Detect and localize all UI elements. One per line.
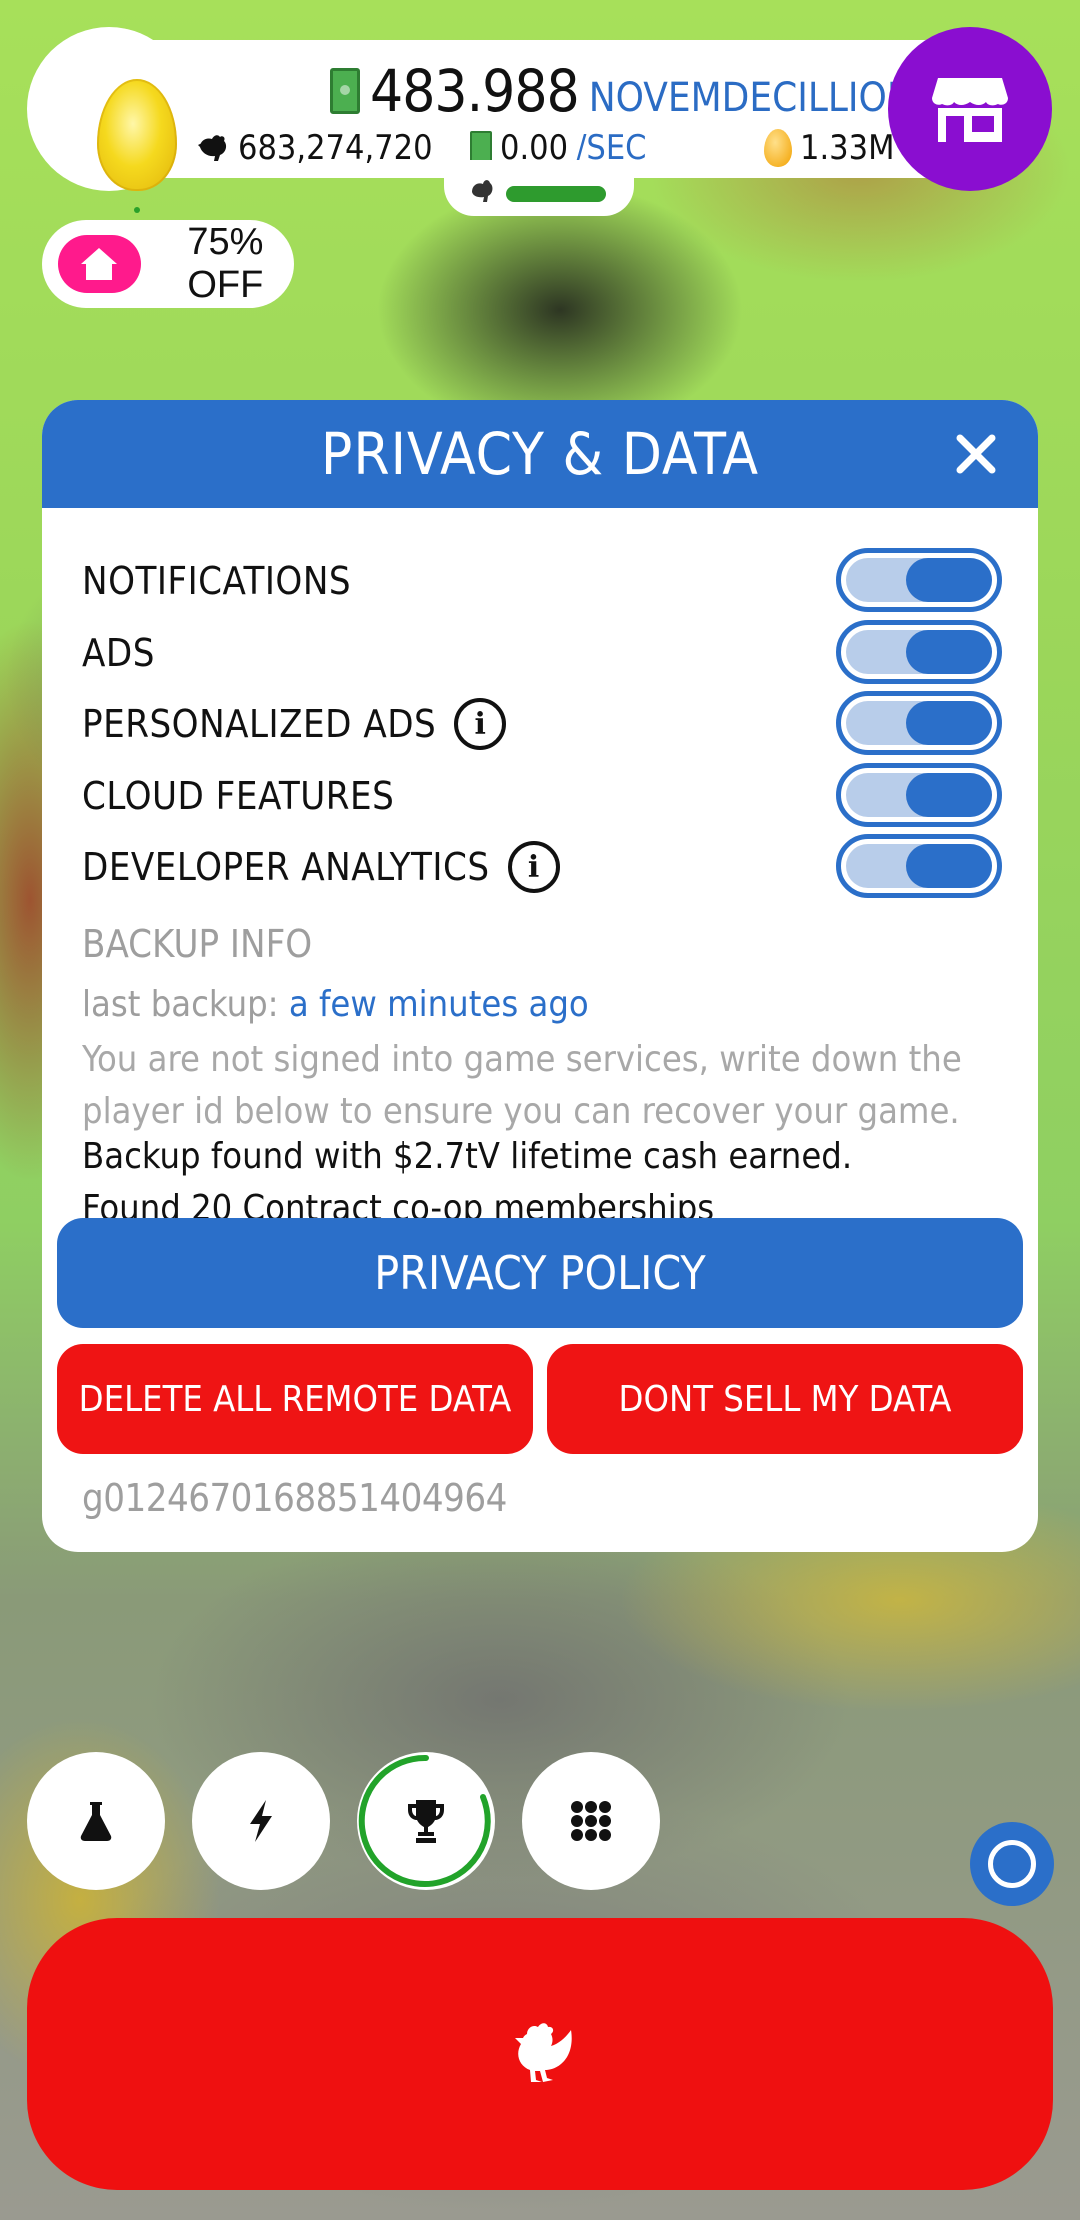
progress-tab xyxy=(444,160,634,216)
golden-eggs-value: 1.33M xyxy=(800,128,895,168)
home-icon xyxy=(81,248,118,280)
setting-label: NOTIFICATIONS xyxy=(82,559,352,603)
developer-analytics-toggle[interactable] xyxy=(836,834,1002,898)
toggle-knob xyxy=(906,558,992,602)
cash-value: 483.988 xyxy=(370,57,580,125)
status-dot xyxy=(134,207,140,213)
boost-button[interactable] xyxy=(192,1752,330,1890)
golden-egg-icon xyxy=(764,129,792,167)
progress-ring xyxy=(358,1754,492,1887)
home-badge xyxy=(58,235,141,293)
toggle-knob xyxy=(906,773,992,817)
setting-label: CLOUD FEATURES xyxy=(82,774,395,818)
egg-icon xyxy=(97,79,177,191)
ads-toggle[interactable] xyxy=(836,620,1002,684)
personalized-ads-toggle[interactable] xyxy=(836,691,1002,755)
backup-found: Backup found with $2.7tV lifetime cash e… xyxy=(82,1136,853,1177)
cash-unit: NOVEMDECILLION xyxy=(588,75,914,121)
setting-personalized-ads: PERSONALIZED ADS i xyxy=(82,691,1002,755)
backup-contracts: Found 20 Contract co-op memberships xyxy=(82,1188,715,1220)
menu-button[interactable] xyxy=(522,1752,660,1890)
dialog-title: PRIVACY & DATA xyxy=(320,420,760,488)
setting-label: ADS xyxy=(82,631,155,675)
toggle-track xyxy=(846,701,992,745)
golden-eggs: 1.33M xyxy=(764,128,894,168)
player-id: g0124670168851404964 xyxy=(82,1476,507,1520)
chicken-count-value: 683,274,720 xyxy=(238,128,433,168)
backup-note: You are not signed into game services, w… xyxy=(82,1039,962,1132)
research-button[interactable] xyxy=(27,1752,165,1890)
setting-label: PERSONALIZED ADS xyxy=(82,702,437,746)
toggle-track xyxy=(846,630,992,674)
chicken-icon xyxy=(515,2023,572,2082)
chicken-icon xyxy=(198,135,227,161)
chicken-count: 683,274,720 xyxy=(196,128,433,168)
flask-icon xyxy=(80,1802,112,1841)
small-chicken-icon xyxy=(472,180,493,202)
discount-label: 75% OFF xyxy=(187,221,264,306)
cash-bill-icon xyxy=(330,68,360,114)
last-backup-value: a few minutes ago xyxy=(288,984,589,1025)
toggle-knob xyxy=(906,630,992,674)
backup-info-title: BACKUP INFO xyxy=(82,922,313,966)
overlay-toggle-button[interactable] xyxy=(970,1822,1054,1906)
toggle-knob xyxy=(906,844,992,888)
close-icon xyxy=(956,434,996,474)
backup-scroll-clip[interactable]: Found 20 Contract co-op memberships xyxy=(42,1180,1038,1220)
setting-notifications: NOTIFICATIONS xyxy=(82,548,1002,612)
dont-sell-data-button[interactable]: DONT SELL MY DATA xyxy=(547,1344,1023,1454)
delete-remote-data-button[interactable]: DELETE ALL REMOTE DATA xyxy=(57,1344,533,1454)
toggle-knob xyxy=(906,701,992,745)
close-button[interactable] xyxy=(946,424,1006,484)
cash-display: 483.988 NOVEMDECILLION xyxy=(330,56,914,120)
toggle-track xyxy=(846,844,992,888)
egg-selector[interactable] xyxy=(27,27,191,213)
progress-bar xyxy=(506,186,606,202)
setting-label: DEVELOPER ANALYTICS xyxy=(82,845,490,889)
setting-developer-analytics: DEVELOPER ANALYTICS i xyxy=(82,834,1002,898)
trophy-button[interactable] xyxy=(357,1752,495,1890)
toggle-track xyxy=(846,558,992,602)
grid-icon xyxy=(571,1801,611,1841)
info-icon[interactable]: i xyxy=(507,841,560,893)
info-icon[interactable]: i xyxy=(454,698,507,750)
last-backup: last backup: a few minutes ago xyxy=(82,984,589,1025)
shop-button[interactable] xyxy=(888,27,1052,191)
privacy-dialog: PRIVACY & DATA NOTIFICATIONS ADS PERSONA… xyxy=(42,400,1038,1552)
privacy-policy-button[interactable]: PRIVACY POLICY xyxy=(57,1218,1023,1328)
setting-cloud-features: CLOUD FEATURES xyxy=(82,763,1002,827)
notifications-toggle[interactable] xyxy=(836,548,1002,612)
setting-ads: ADS xyxy=(82,620,1002,684)
lightning-icon xyxy=(250,1800,272,1842)
last-backup-label: last backup: xyxy=(82,984,279,1025)
toggle-track xyxy=(846,773,992,817)
ring-icon xyxy=(988,1840,1036,1888)
shop-icon xyxy=(932,78,1008,142)
discount-promo-button[interactable]: 75% OFF xyxy=(42,220,294,308)
dialog-header: PRIVACY & DATA xyxy=(42,400,1038,508)
cloud-features-toggle[interactable] xyxy=(836,763,1002,827)
hatch-chicken-button[interactable] xyxy=(27,1918,1053,2190)
